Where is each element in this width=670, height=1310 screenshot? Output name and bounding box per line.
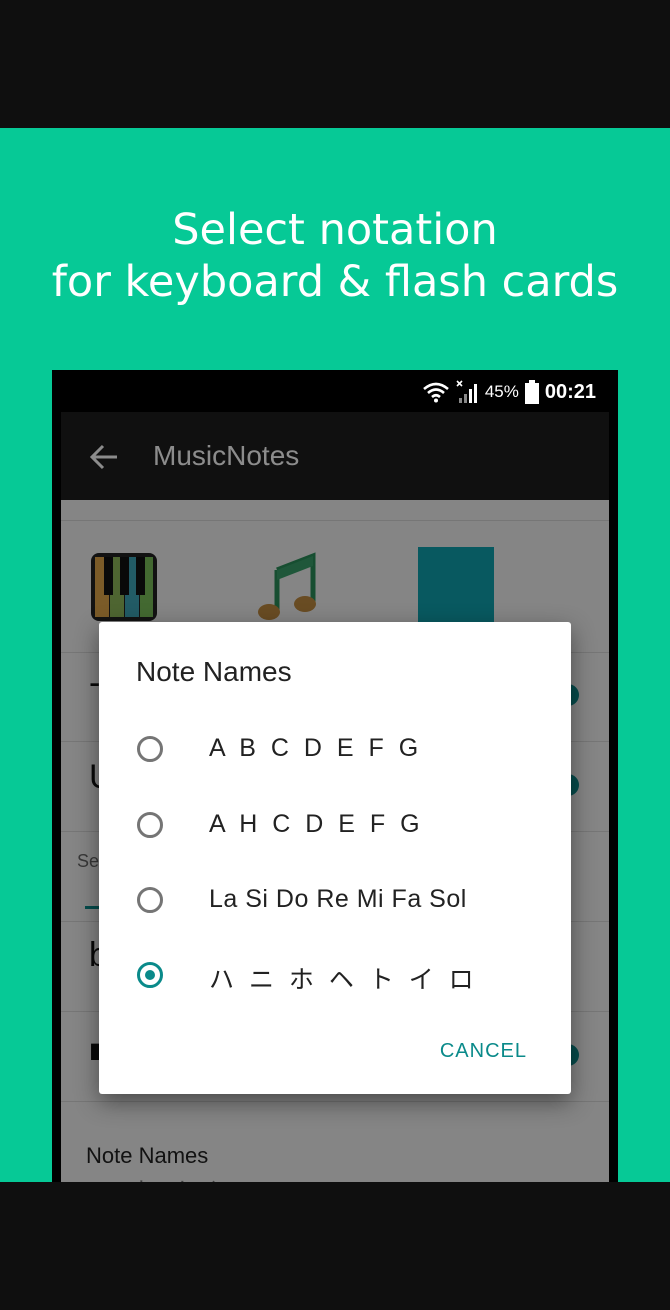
radio-button[interactable] — [137, 812, 163, 838]
option-label: La Si Do Re Mi Fa Sol — [209, 885, 467, 913]
radio-button[interactable] — [137, 736, 163, 762]
note-names-dialog: Note Names A B C D E F G A H C D E F G L… — [99, 622, 571, 1094]
option-label: A B C D E F G — [209, 734, 423, 762]
option-ahcdefg[interactable]: A H C D E F G — [99, 804, 571, 879]
radio-button-selected[interactable] — [137, 962, 163, 988]
clock: 00:21 — [544, 380, 596, 403]
status-bar: 45% 00:21 — [52, 370, 618, 412]
signal-off-icon — [456, 380, 477, 403]
bottom-black-bar — [0, 1182, 670, 1310]
headline-line-2: for keyboard & flash cards — [51, 257, 619, 307]
battery-percent: 45% — [484, 382, 519, 401]
option-japanese[interactable]: ハ ニ ホ ヘ ト イ ロ — [99, 954, 571, 1029]
radio-button[interactable] — [137, 887, 163, 913]
option-solfege[interactable]: La Si Do Re Mi Fa Sol — [99, 879, 571, 954]
wifi-icon — [422, 382, 449, 403]
top-black-bar — [0, 0, 670, 128]
promo-headline: Select notation for keyboard & flash car… — [0, 204, 670, 308]
option-label: ハ ニ ホ ヘ ト イ ロ — [209, 966, 478, 994]
headline-line-1: Select notation — [172, 205, 498, 255]
status-icons: 45% 00:21 — [422, 380, 596, 404]
battery-icon — [524, 380, 539, 404]
option-abcdefg[interactable]: A B C D E F G — [99, 728, 571, 803]
dialog-title: Note Names — [136, 656, 292, 687]
cancel-button[interactable]: CANCEL — [440, 1040, 527, 1063]
option-label: A H C D E F G — [209, 810, 424, 838]
